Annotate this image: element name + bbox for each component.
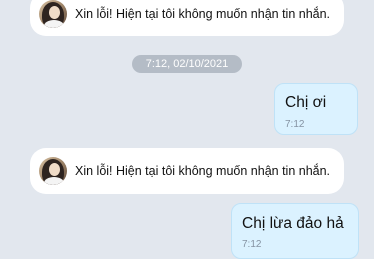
- message-time: 7:12: [285, 119, 305, 130]
- message-time: 7:12: [242, 239, 262, 250]
- sent-message-bubble[interactable]: Chị ơi 7:12: [274, 83, 358, 135]
- message-text: Chị lừa đảo hả: [242, 215, 344, 232]
- auto-reply-notice: Xin lỗi! Hiện tại tôi không muốn nhận ti…: [30, 0, 344, 36]
- date-divider: 7:12, 02/10/2021: [132, 55, 242, 73]
- auto-reply-text: Xin lỗi! Hiện tại tôi không muốn nhận ti…: [75, 164, 331, 178]
- auto-reply-notice: Xin lỗi! Hiện tại tôi không muốn nhận ti…: [30, 148, 344, 194]
- sent-message-bubble[interactable]: Chị lừa đảo hả 7:12: [231, 203, 359, 259]
- contact-avatar[interactable]: [39, 0, 67, 28]
- message-text: Chị ơi: [285, 94, 327, 111]
- auto-reply-text: Xin lỗi! Hiện tại tôi không muốn nhận ti…: [75, 7, 331, 21]
- contact-avatar[interactable]: [39, 157, 67, 185]
